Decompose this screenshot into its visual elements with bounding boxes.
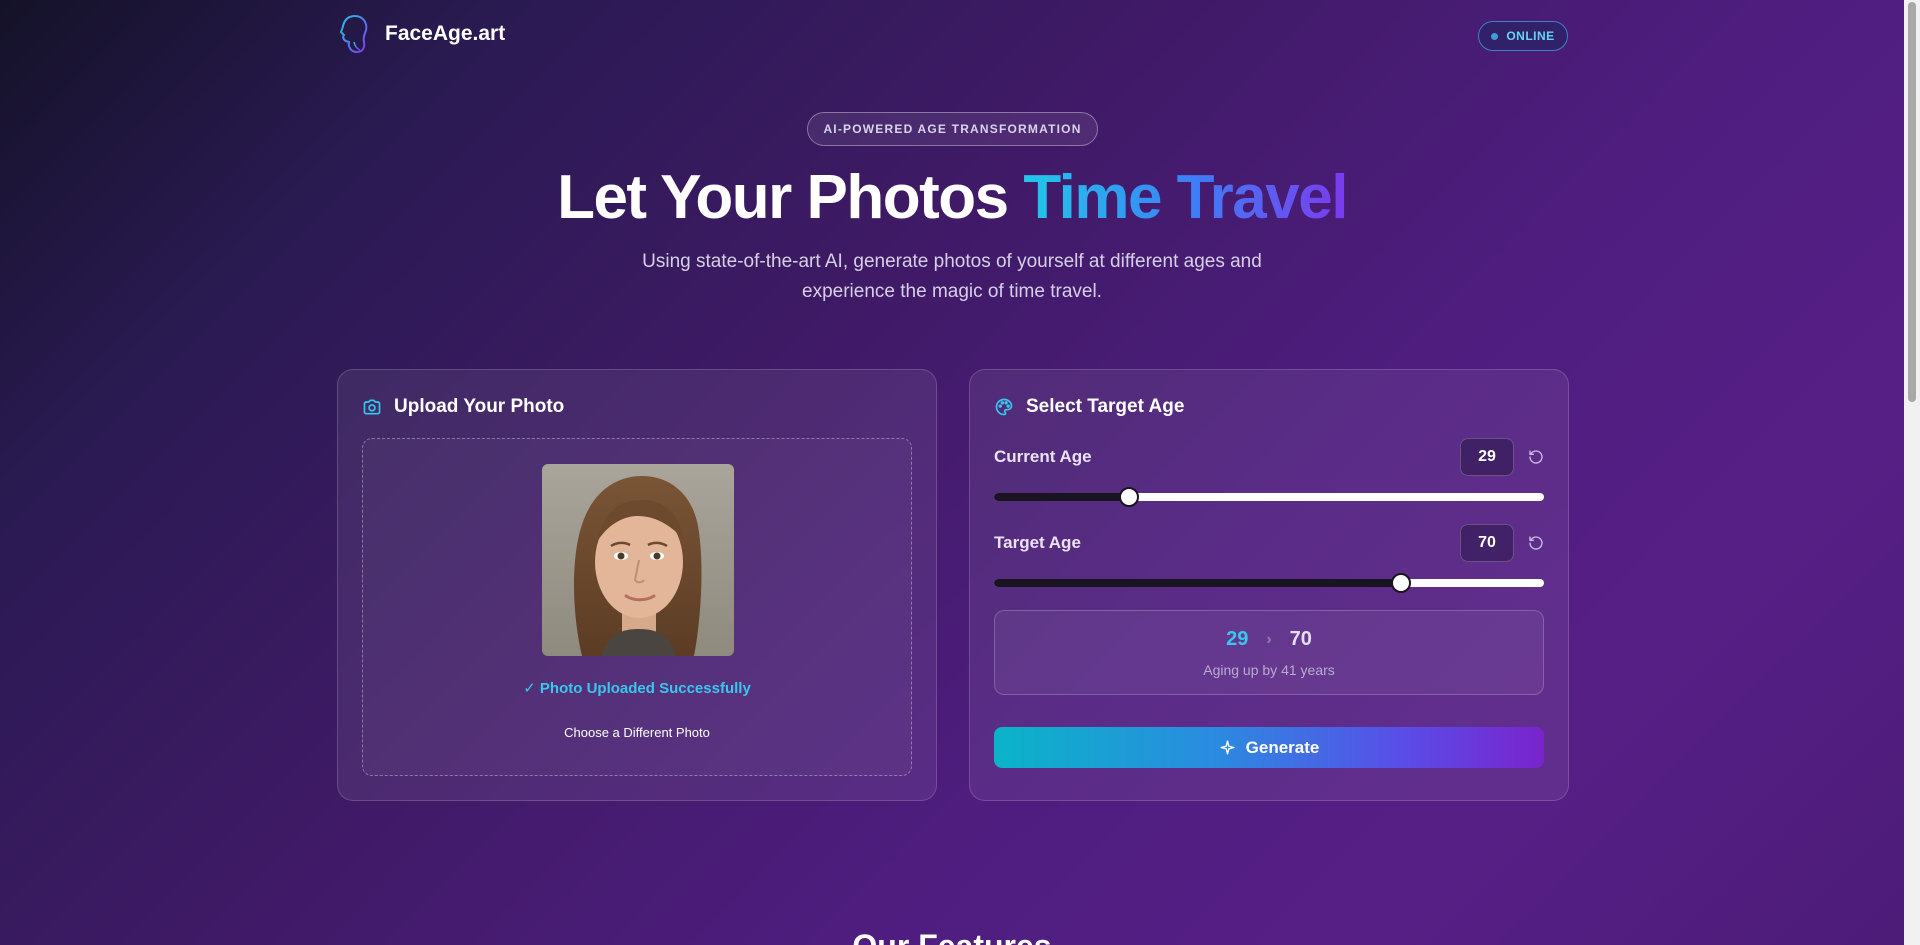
target-age-input[interactable]: 70 xyxy=(1460,524,1514,562)
target-age-slider[interactable] xyxy=(994,573,1544,593)
current-age-input[interactable]: 29 xyxy=(1460,438,1514,476)
summary-to-age: 70 xyxy=(1289,628,1312,650)
status-dot-icon xyxy=(1491,32,1499,40)
uploaded-photo xyxy=(542,464,734,656)
page-title: Let Your Photos Time Travel xyxy=(0,162,1904,233)
target-age-controls: 70 xyxy=(1460,524,1544,562)
upload-card: Upload Your Photo ✓ Photo Uploaded Succe… xyxy=(337,369,937,801)
target-age-slider-fill xyxy=(994,579,1401,587)
age-summary-values: 29 › 70 xyxy=(995,628,1543,651)
age-card-title: Select Target Age xyxy=(994,396,1184,418)
page-scrollbar[interactable] xyxy=(1904,0,1920,945)
age-summary: 29 › 70 Aging up by 41 years xyxy=(994,610,1544,695)
head-profile-icon xyxy=(339,15,368,54)
upload-card-heading: Upload Your Photo xyxy=(394,396,565,417)
target-age-row: Target Age 70 xyxy=(994,524,1544,562)
scrollbar-thumb[interactable] xyxy=(1908,2,1916,402)
choose-different-photo-button[interactable]: Choose a Different Photo xyxy=(363,725,911,740)
hero-subtitle: Using state-of-the-art AI, generate phot… xyxy=(642,251,1262,302)
photo-dropzone[interactable]: ✓ Photo Uploaded Successfully Choose a D… xyxy=(362,438,912,776)
summary-description: Aging up by 41 years xyxy=(1203,662,1335,678)
hero-badge: AI-POWERED AGE TRANSFORMATION xyxy=(807,112,1098,146)
current-age-slider[interactable] xyxy=(994,487,1544,507)
reset-target-age-icon[interactable] xyxy=(1528,535,1544,551)
current-age-slider-fill xyxy=(994,493,1129,501)
current-age-row: Current Age 29 xyxy=(994,438,1544,476)
palette-icon xyxy=(995,398,1013,416)
current-age-label: Current Age xyxy=(994,447,1092,466)
summary-from-age: 29 xyxy=(1226,628,1249,650)
sparkle-icon xyxy=(1220,740,1235,755)
generate-button[interactable]: Generate xyxy=(994,727,1544,768)
current-age-controls: 29 xyxy=(1460,438,1544,476)
status-badge: ONLINE xyxy=(1478,21,1568,51)
upload-success-text: ✓ Photo Uploaded Successfully xyxy=(523,680,751,697)
reset-current-age-icon[interactable] xyxy=(1528,449,1544,465)
brand-name: FaceAge.art xyxy=(385,22,506,45)
status-text: ONLINE xyxy=(1506,29,1555,43)
current-age-slider-thumb[interactable] xyxy=(1118,487,1139,507)
page: FaceAge.art ONLINE AI-POWERED AGE TRANSF… xyxy=(0,0,1904,945)
chevron-right-icon: › xyxy=(1266,630,1272,648)
target-age-slider-thumb[interactable] xyxy=(1391,573,1411,593)
title-highlight: Time Travel xyxy=(1023,163,1348,232)
target-age-card: Select Target Age Current Age 29 Target … xyxy=(969,369,1569,801)
title-plain: Let Your Photos xyxy=(557,163,1024,232)
target-age-label: Target Age xyxy=(994,533,1081,552)
features-heading: Our Features xyxy=(0,928,1904,945)
generate-button-label: Generate xyxy=(1245,737,1320,757)
camera-icon xyxy=(363,399,381,415)
age-card-heading: Select Target Age xyxy=(1026,396,1185,417)
brand-logo[interactable]: FaceAge.art xyxy=(337,14,505,54)
upload-card-title: Upload Your Photo xyxy=(362,396,564,418)
